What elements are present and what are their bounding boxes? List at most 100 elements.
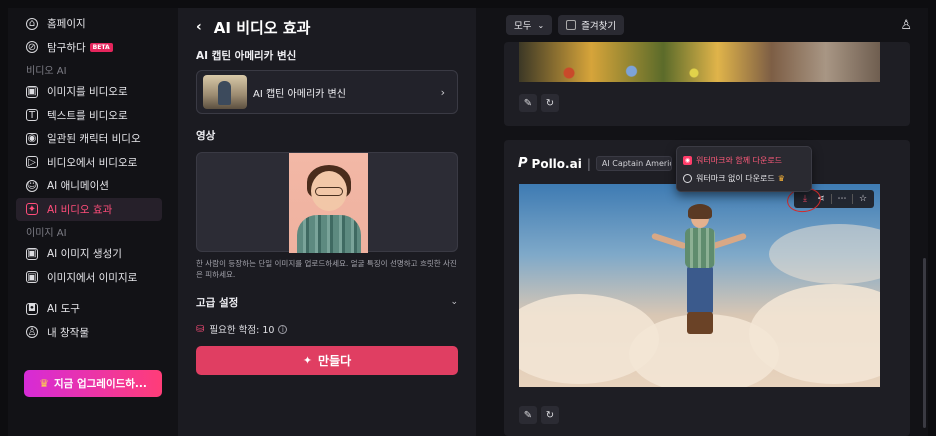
sidebar-item-label: 탐구하다 bbox=[47, 41, 86, 54]
create-button[interactable]: ✦ 만들다 bbox=[196, 346, 458, 375]
flying-person-figure bbox=[650, 204, 748, 364]
result-video-thumbnail[interactable] bbox=[519, 42, 880, 82]
sidebar-item-image-generator[interactable]: ▣ AI 이미지 생성기 bbox=[8, 242, 172, 266]
favorites-label: 즐겨찾기 bbox=[581, 21, 617, 32]
scrollbar[interactable] bbox=[923, 258, 926, 428]
more-icon[interactable]: ⋯ bbox=[834, 194, 850, 204]
effect-selector[interactable]: AI 캡틴 아메리카 변신 › bbox=[196, 70, 458, 114]
sidebar-item-image-to-image[interactable]: ▣ 이미지에서 이미지로 bbox=[8, 266, 172, 290]
effect-section-label: AI 캡틴 아메리카 변신 bbox=[196, 50, 297, 62]
filter-select[interactable]: 모두 ⌄ bbox=[506, 15, 553, 35]
sidebar: ⌂ 홈페이지 ⊘ 탐구하다 BETA 비디오 AI ▣ 이미지를 비디오로 T … bbox=[8, 8, 172, 436]
beta-badge: BETA bbox=[89, 42, 113, 52]
sidebar-item-animation[interactable]: ☺ AI 애니메이션 bbox=[8, 174, 172, 198]
portrait-glasses bbox=[315, 187, 343, 196]
uploaded-portrait-image bbox=[289, 153, 368, 253]
edit-icon[interactable]: ✎ bbox=[519, 94, 537, 112]
figure-arm bbox=[710, 232, 748, 250]
chevron-down-icon: ⌄ bbox=[537, 20, 545, 30]
character-video-icon: ◉ bbox=[26, 132, 38, 145]
results-toolbar: 모두 ⌄ 즐겨찾기 bbox=[506, 15, 625, 35]
favorites-checkbox[interactable] bbox=[566, 20, 577, 30]
effects-panel: ‹ AI 비디오 효과 AI 캡틴 아메리카 변신 AI 캡틴 아메리카 변신 … bbox=[178, 8, 476, 436]
sidebar-item-text-to-video[interactable]: T 텍스트를 비디오로 bbox=[8, 104, 172, 128]
image-upload-area[interactable] bbox=[196, 152, 458, 253]
sidebar-item-image-to-video[interactable]: ▣ 이미지를 비디오로 bbox=[8, 80, 172, 104]
figure-body bbox=[685, 228, 715, 268]
sidebar-item-video-to-video[interactable]: ▷ 비디오에서 비디오로 bbox=[8, 151, 172, 175]
chevron-right-icon: › bbox=[440, 85, 445, 99]
image-generator-icon: ▣ bbox=[26, 247, 38, 260]
star-icon[interactable]: ☆ bbox=[855, 194, 871, 204]
favorites-toggle[interactable]: 즐겨찾기 bbox=[558, 15, 625, 35]
portrait-shirt bbox=[297, 215, 361, 253]
media-section-label: 영상 bbox=[196, 130, 216, 142]
sidebar-item-home[interactable]: ⌂ 홈페이지 bbox=[8, 12, 172, 36]
result-video[interactable]: ⤓ ⋖ ⋯ ☆ bbox=[519, 184, 880, 387]
credits-label: 필요한 학점: 10 bbox=[209, 325, 275, 336]
sidebar-item-video-effects[interactable]: ✦ AI 비디오 효과 bbox=[16, 197, 162, 221]
panel-header: ‹ AI 비디오 효과 bbox=[196, 8, 458, 46]
my-creations-icon: ♙ bbox=[26, 326, 38, 339]
sidebar-item-label: 이미지에서 이미지로 bbox=[47, 271, 138, 284]
menu-item-label: 워터마크와 함께 다운로드 bbox=[696, 155, 783, 165]
brand-name: Pollo.ai bbox=[531, 156, 582, 171]
cloud-shape bbox=[769, 224, 880, 284]
figure-hair bbox=[688, 204, 712, 219]
sidebar-item-character-video[interactable]: ◉ 일관된 캐릭터 비디오 bbox=[8, 127, 172, 151]
sidebar-item-label: AI 이미지 생성기 bbox=[47, 248, 122, 261]
result-header: P Pollo.ai | AI Captain America bbox=[518, 156, 672, 171]
video-to-video-icon: ▷ bbox=[26, 156, 38, 169]
back-chevron-icon[interactable]: ‹ bbox=[196, 19, 202, 35]
coin-icon: ⛁ bbox=[196, 323, 205, 335]
sidebar-item-my-creations[interactable]: ♙ 내 창작물 bbox=[8, 321, 172, 345]
figure-legs bbox=[687, 266, 713, 314]
sidebar-item-label: AI 애니메이션 bbox=[47, 180, 109, 193]
image-to-image-icon: ▣ bbox=[26, 271, 38, 284]
toolbar-divider bbox=[852, 194, 853, 204]
toolbar-divider bbox=[831, 194, 832, 204]
results-panel: 모두 ⌄ 즐겨찾기 ♙ ✎ ↻ P Pollo.ai | AI Captain … bbox=[488, 8, 928, 436]
text-to-video-icon: T bbox=[26, 109, 38, 122]
compass-icon: ⊘ bbox=[26, 41, 38, 54]
upgrade-label: 지금 업그레이드하... bbox=[53, 378, 147, 390]
divider: | bbox=[586, 156, 591, 171]
upgrade-button[interactable]: ♛ 지금 업그레이드하... bbox=[24, 370, 162, 397]
crown-icon: ♛ bbox=[39, 377, 49, 390]
sidebar-item-label: AI 도구 bbox=[47, 303, 80, 316]
effect-chip: AI Captain America bbox=[595, 156, 672, 171]
page-title: AI 비디오 효과 bbox=[213, 18, 311, 37]
result-card: ✎ ↻ bbox=[504, 42, 910, 126]
watermark-icon: ◉ bbox=[683, 155, 692, 165]
regenerate-icon[interactable]: ↻ bbox=[541, 406, 559, 424]
sidebar-item-label: 내 창작물 bbox=[47, 326, 89, 339]
advanced-settings-label: 고급 설정 bbox=[196, 296, 239, 309]
image-to-video-icon: ▣ bbox=[26, 85, 38, 98]
effect-thumbnail bbox=[203, 75, 247, 109]
sparkle-icon: ✦ bbox=[302, 354, 313, 367]
no-watermark-icon bbox=[683, 173, 692, 183]
section-label-video-ai: 비디오 AI bbox=[26, 66, 67, 77]
effect-name: AI 캡틴 아메리카 변신 bbox=[253, 88, 346, 100]
pollo-logo-icon: P bbox=[518, 156, 528, 171]
upload-hint: 한 사람이 등장하는 단일 이미지를 업로드하세요. 얼굴 특징이 선명하고 흐… bbox=[196, 259, 457, 279]
sidebar-item-ai-tools[interactable]: ◘ AI 도구 bbox=[8, 297, 172, 321]
chevron-down-icon: ⌄ bbox=[450, 297, 458, 307]
app-frame: ⌂ 홈페이지 ⊘ 탐구하다 BETA 비디오 AI ▣ 이미지를 비디오로 T … bbox=[8, 8, 928, 436]
filter-value: 모두 bbox=[514, 21, 532, 32]
video-effects-icon: ✦ bbox=[26, 203, 38, 216]
regenerate-icon[interactable]: ↻ bbox=[541, 94, 559, 112]
create-button-label: 만들다 bbox=[318, 354, 352, 368]
download-without-watermark-item[interactable]: 워터마크 없이 다운로드 ♛ bbox=[683, 169, 805, 187]
advanced-settings-toggle[interactable]: 고급 설정 ⌄ bbox=[196, 294, 458, 310]
sidebar-item-explore[interactable]: ⊘ 탐구하다 BETA bbox=[8, 36, 172, 60]
figure-arm bbox=[650, 232, 688, 250]
edit-icon[interactable]: ✎ bbox=[519, 406, 537, 424]
tools-icon: ◘ bbox=[26, 302, 38, 315]
info-icon[interactable]: i bbox=[278, 324, 288, 334]
user-icon[interactable]: ♙ bbox=[900, 18, 912, 33]
sidebar-item-label: 비디오에서 비디오로 bbox=[47, 156, 138, 169]
credits-required: ⛁ 필요한 학점: 10 i bbox=[196, 322, 458, 336]
download-with-watermark-item[interactable]: ◉ 워터마크와 함께 다운로드 bbox=[683, 151, 805, 169]
